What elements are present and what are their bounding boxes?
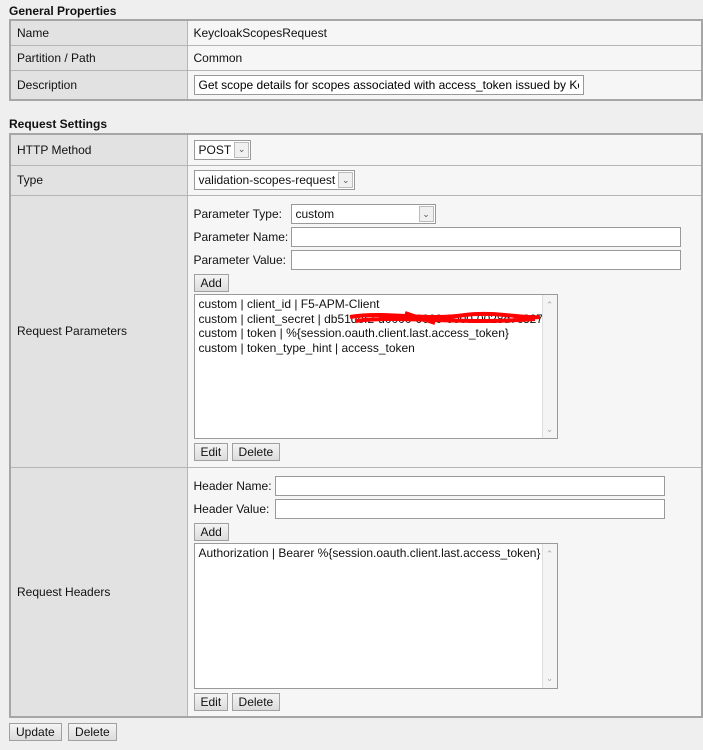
parameter-type-select[interactable]: custom ⌄	[290, 204, 436, 224]
chevron-down-icon: ⌄	[418, 206, 434, 222]
type-value: validation-scopes-request	[198, 173, 336, 187]
general-properties-table: Name KeycloakScopesRequest Partition / Pa…	[9, 19, 703, 101]
parameter-type-label: Parameter Type:	[193, 207, 283, 221]
chevron-down-icon: ⌄	[234, 141, 250, 158]
list-item[interactable]: custom | token_type_hint | access_token	[199, 341, 553, 356]
http-method-label: HTTP Method	[9, 133, 188, 166]
parameter-value-input[interactable]	[290, 250, 681, 270]
request-parameters-label: Request Parameters	[9, 194, 188, 468]
type-label: Type	[9, 164, 188, 196]
redaction-scribble	[349, 311, 540, 325]
description-label: Description	[9, 69, 188, 101]
name-value: KeycloakScopesRequest	[186, 19, 703, 46]
add-parameter-button[interactable]: Add	[193, 274, 229, 292]
delete-parameter-button[interactable]: Delete	[231, 443, 281, 461]
parameter-name-label: Parameter Name:	[193, 230, 289, 244]
edit-parameter-button[interactable]: Edit	[193, 443, 229, 461]
http-method-value: POST	[198, 142, 232, 157]
parameter-name-input[interactable]	[290, 227, 681, 247]
request-settings-table: HTTP Method POST ⌄ Type validation-scopes-r…	[9, 133, 703, 718]
header-value-input[interactable]	[274, 498, 665, 519]
request-settings-heading: Request Settings	[9, 117, 108, 131]
partition-value: Common	[186, 44, 703, 71]
chevron-down-icon: ⌄	[338, 172, 354, 188]
parameter-type-value: custom	[295, 207, 335, 221]
http-method-select[interactable]: POST ⌄	[193, 139, 252, 160]
add-header-button[interactable]: Add	[193, 522, 229, 541]
delete-button[interactable]: Delete	[68, 723, 117, 741]
general-properties-heading: General Properties	[9, 4, 117, 18]
edit-header-button[interactable]: Edit	[193, 692, 229, 711]
parameter-value-label: Parameter Value:	[193, 253, 287, 267]
description-input[interactable]	[193, 74, 584, 95]
scrollbar[interactable]: ⌃ ⌄	[541, 295, 557, 438]
parameters-list[interactable]: custom | client_id | F5-APM-Client custo…	[193, 294, 558, 439]
request-headers-label: Request Headers	[9, 466, 188, 718]
list-item[interactable]: Authorization | Bearer %{session.oauth.c…	[199, 546, 553, 561]
name-label: Name	[9, 19, 188, 46]
headers-list[interactable]: Authorization | Bearer %{session.oauth.c…	[193, 542, 558, 689]
header-name-input[interactable]	[274, 475, 665, 496]
type-select[interactable]: validation-scopes-request ⌄	[193, 170, 356, 190]
header-value-label: Header Value:	[193, 501, 270, 516]
scrollbar[interactable]: ⌃ ⌄	[541, 543, 557, 688]
update-button[interactable]: Update	[9, 723, 62, 741]
delete-header-button[interactable]: Delete	[231, 692, 281, 711]
partition-label: Partition / Path	[9, 44, 188, 71]
header-name-label: Header Name:	[193, 478, 272, 493]
